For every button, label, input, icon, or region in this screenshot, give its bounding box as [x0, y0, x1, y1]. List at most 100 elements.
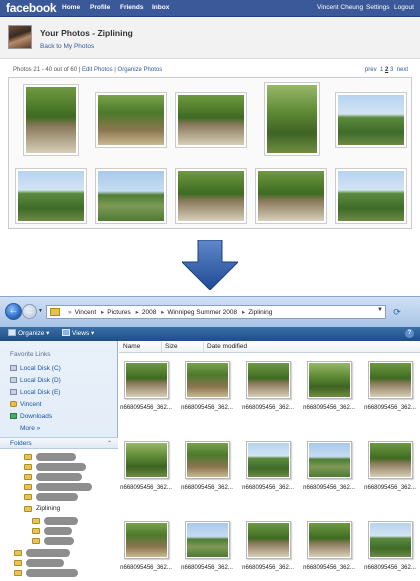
- column-size[interactable]: Size: [165, 343, 178, 350]
- chevron-down-icon[interactable]: ▼: [377, 307, 383, 313]
- file-item[interactable]: n668095456_362...: [241, 433, 295, 509]
- folder-icon: [24, 464, 32, 470]
- chevron-up-icon: ⌃: [106, 441, 112, 447]
- tree-item-ziplining[interactable]: Ziplining: [36, 505, 60, 512]
- breadcrumb-winnipeg-summer-2008[interactable]: Winnipeg Summer 2008: [167, 309, 237, 316]
- file-item[interactable]: n668095456_362...: [302, 513, 356, 581]
- redacted-folder-name[interactable]: [36, 453, 76, 461]
- refresh-icon[interactable]: ⟳: [390, 306, 404, 318]
- redacted-folder-name[interactable]: [26, 559, 64, 567]
- folder-icon: [32, 528, 40, 534]
- views-icon: [62, 329, 70, 336]
- file-item[interactable]: n668095456_362...: [363, 513, 417, 581]
- column-date-modified[interactable]: Date modified: [207, 343, 247, 350]
- folder-tree: Ziplining: [0, 449, 118, 581]
- organize-button[interactable]: Organize ▾: [8, 329, 49, 337]
- redacted-folder-name[interactable]: [44, 537, 74, 545]
- photo-thumbnail[interactable]: [264, 82, 320, 156]
- facebook-logo[interactable]: facebook: [6, 1, 57, 15]
- file-item[interactable]: n668095456_362...: [241, 353, 295, 429]
- nav-profile[interactable]: Profile: [90, 4, 110, 11]
- photo-thumbnail[interactable]: [95, 92, 167, 148]
- column-divider[interactable]: [203, 342, 204, 352]
- nav-home[interactable]: Home: [62, 4, 80, 11]
- file-item[interactable]: n668095456_362...: [302, 433, 356, 509]
- file-item[interactable]: n668095456_362...: [363, 433, 417, 509]
- breadcrumb-ziplining[interactable]: Ziplining: [248, 309, 272, 316]
- pager-prev[interactable]: prev: [365, 67, 377, 73]
- pager-page-3[interactable]: 3: [390, 67, 393, 73]
- navigation-pane: Favorite Links Local Disk (C) Local Disk…: [0, 341, 118, 581]
- drive-icon: [10, 365, 17, 371]
- photo-thumbnail[interactable]: [95, 168, 167, 224]
- address-bar: ← → ▼ » Vincent ▸ Pictures ▸ 2008 ▸ Winnipeg…: [0, 297, 420, 327]
- redacted-folder-name[interactable]: [26, 569, 78, 577]
- edit-photos-link[interactable]: Edit Photos: [82, 67, 113, 73]
- photo-grid: [8, 77, 412, 229]
- file-item[interactable]: n668095456_362...: [363, 353, 417, 429]
- file-item[interactable]: n668095456_362...: [119, 513, 173, 581]
- redacted-folder-name[interactable]: [36, 483, 92, 491]
- file-item[interactable]: n668095456_362...: [119, 433, 173, 509]
- file-item[interactable]: n668095456_362...: [180, 353, 234, 429]
- photo-thumbnail[interactable]: [335, 168, 407, 224]
- pager-page-2[interactable]: 2: [385, 67, 388, 73]
- redacted-folder-name[interactable]: [44, 527, 72, 535]
- photo-range-text: Photos 21 - 40 out of 60: [13, 67, 78, 73]
- history-dropdown-icon[interactable]: ▼: [38, 308, 43, 314]
- views-button[interactable]: Views ▾: [62, 329, 94, 337]
- breadcrumb-pictures[interactable]: Pictures: [107, 309, 130, 316]
- redacted-folder-name[interactable]: [44, 517, 78, 525]
- folders-toggle[interactable]: Folders ⌃: [0, 437, 118, 449]
- favorite-downloads[interactable]: Downloads: [10, 413, 52, 420]
- photo-thumbnail[interactable]: [175, 168, 247, 224]
- file-item[interactable]: n668095456_362...: [119, 353, 173, 429]
- photo-thumbnail[interactable]: [23, 84, 79, 156]
- user-folder-icon: [10, 401, 17, 407]
- photo-thumbnail[interactable]: [175, 92, 247, 148]
- file-item[interactable]: n668095456_362...: [302, 353, 356, 429]
- column-divider[interactable]: [161, 342, 162, 352]
- breadcrumb-vincent[interactable]: Vincent: [75, 309, 97, 316]
- settings-link[interactable]: Settings: [366, 4, 390, 11]
- favorite-local-disk-c[interactable]: Local Disk (C): [10, 365, 61, 372]
- logout-link[interactable]: Logout: [394, 4, 414, 11]
- nav-friends[interactable]: Friends: [120, 4, 143, 11]
- down-arrow-icon: [182, 240, 238, 290]
- redacted-folder-name[interactable]: [36, 493, 78, 501]
- pager-page-1[interactable]: 1: [380, 67, 383, 73]
- help-icon[interactable]: ?: [405, 329, 414, 338]
- photo-thumbnail[interactable]: [255, 168, 327, 224]
- forward-arrow-icon[interactable]: →: [22, 304, 37, 319]
- breadcrumb-2008[interactable]: 2008: [142, 309, 156, 316]
- drive-icon: [10, 389, 17, 395]
- avatar[interactable]: [8, 25, 32, 49]
- redacted-folder-name[interactable]: [26, 549, 70, 557]
- command-bar: Organize ▾ Views ▾ ?: [0, 327, 420, 341]
- back-arrow-icon[interactable]: ←: [5, 303, 22, 320]
- back-to-photos-link[interactable]: Back to My Photos: [40, 43, 94, 50]
- favorite-local-disk-d[interactable]: Local Disk (D): [10, 377, 61, 384]
- breadcrumb[interactable]: » Vincent ▸ Pictures ▸ 2008 ▸ Winnipeg Summe…: [46, 305, 386, 319]
- column-name[interactable]: Name: [123, 343, 140, 350]
- folder-icon: [24, 474, 32, 480]
- redacted-folder-name[interactable]: [36, 463, 86, 471]
- user-name-link[interactable]: Vincent Cheung: [317, 4, 363, 11]
- pager-next[interactable]: next: [397, 67, 408, 73]
- photo-thumbnail[interactable]: [335, 92, 407, 148]
- folder-icon: [24, 494, 32, 500]
- favorite-local-disk-e[interactable]: Local Disk (E): [10, 389, 60, 396]
- file-item[interactable]: n668095456_362...: [180, 513, 234, 581]
- photo-thumbnail[interactable]: [15, 168, 87, 224]
- organize-icon: [8, 329, 16, 336]
- file-item[interactable]: n668095456_362...: [241, 513, 295, 581]
- folder-icon: [50, 308, 60, 316]
- folder-icon: [14, 570, 22, 576]
- file-item[interactable]: n668095456_362...: [180, 433, 234, 509]
- redacted-folder-name[interactable]: [36, 473, 82, 481]
- organize-photos-link[interactable]: Organize Photos: [118, 67, 163, 73]
- nav-inbox[interactable]: Inbox: [152, 4, 169, 11]
- favorite-vincent[interactable]: Vincent: [10, 401, 42, 408]
- more-links[interactable]: More »: [20, 425, 40, 432]
- photo-count-bar: Photos 21 - 40 out of 60 | Edit Photos |…: [13, 67, 163, 73]
